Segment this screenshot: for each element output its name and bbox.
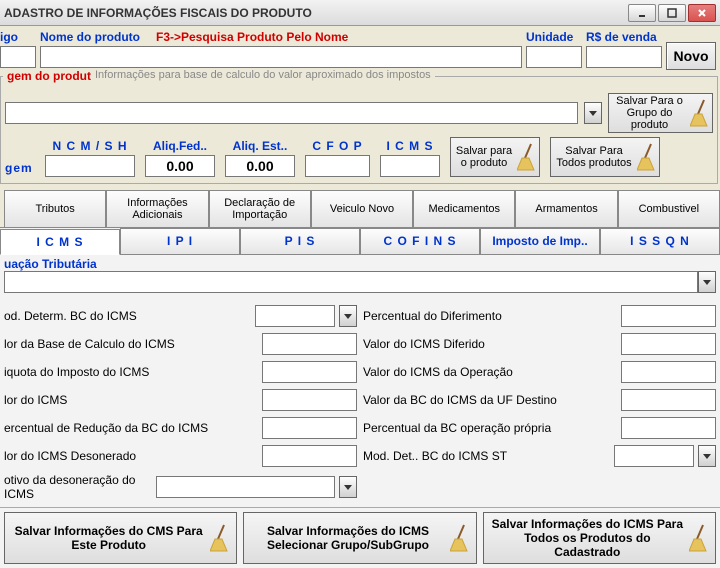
ncmsh-input[interactable]	[45, 155, 135, 177]
perc-bc-op-input[interactable]	[621, 417, 716, 439]
sub-tabs: I C M S I P I P I S C O F I N S Imposto …	[0, 228, 720, 255]
cfop-input[interactable]	[305, 155, 370, 177]
tab-veiculo-novo[interactable]: Veiculo Novo	[311, 190, 413, 227]
window-title: ADASTRO DE INFORMAÇÕES FISCAIS DO PRODUT…	[4, 6, 626, 20]
broom-icon	[450, 523, 470, 553]
valor-op-label: Valor do ICMS da Operação	[363, 365, 617, 379]
broom-icon	[689, 523, 709, 553]
subtab-pis[interactable]: P I S	[240, 228, 360, 254]
aliq-est-label: Aliq. Est..	[233, 139, 288, 153]
salvar-grupo-button[interactable]: Salvar Para o Grupo do produto	[608, 93, 713, 133]
valor-bc-uf-input[interactable]	[621, 389, 716, 411]
valor-op-input[interactable]	[621, 361, 716, 383]
unidade-label: Unidade	[526, 28, 582, 46]
tab-tributos[interactable]: Tributos	[4, 190, 106, 227]
mod-bc-dropdown[interactable]	[339, 305, 357, 327]
origem-dropdown-button[interactable]	[584, 102, 602, 124]
valor-deson-input[interactable]	[262, 445, 357, 467]
mod-det-st-input[interactable]	[614, 445, 694, 467]
valor-dif-label: Valor do ICMS Diferido	[363, 337, 617, 351]
aliquota-label: iquota do Imposto do ICMS	[4, 365, 258, 379]
tab-info-adicionais[interactable]: Informações Adicionais	[106, 190, 208, 227]
subtab-cofins[interactable]: C O F I N S	[360, 228, 480, 254]
unidade-input[interactable]	[526, 46, 582, 68]
codigo-label: igo	[0, 28, 36, 46]
mod-bc-label: od. Determ. BC do ICMS	[4, 309, 251, 323]
codigo-input[interactable]	[0, 46, 36, 68]
maximize-button[interactable]	[658, 4, 686, 22]
motivo-label: otivo da desoneração do ICMS	[4, 473, 152, 501]
aliq-est-input[interactable]	[225, 155, 295, 177]
subtab-issqn[interactable]: I S S Q N	[600, 228, 720, 254]
ncmsh-label: N C M / S H	[52, 139, 127, 153]
impostos-legend: Informações para base de calculo do valo…	[91, 69, 435, 81]
mod-det-st-label: Mod. Det.. BC do ICMS ST	[363, 449, 610, 463]
mod-det-st-dropdown[interactable]	[698, 445, 716, 467]
origem-produto-input[interactable]	[5, 102, 578, 124]
aliq-fed-label: Aliq.Fed..	[153, 139, 207, 153]
broom-icon	[517, 142, 537, 172]
tab-armamentos[interactable]: Armamentos	[515, 190, 617, 227]
aliquota-input[interactable]	[262, 361, 357, 383]
broom-icon	[690, 98, 710, 128]
valor-bc-uf-label: Valor da BC do ICMS da UF Destino	[363, 393, 617, 407]
gem-label: gem	[5, 161, 33, 175]
rs-venda-input[interactable]	[586, 46, 662, 68]
broom-icon	[210, 523, 230, 553]
nome-input[interactable]	[40, 46, 522, 68]
tab-medicamentos[interactable]: Medicamentos	[413, 190, 515, 227]
pesquisa-hint: F3->Pesquisa Produto Pelo Nome	[140, 28, 348, 46]
minimize-button[interactable]	[628, 4, 656, 22]
valor-dif-input[interactable]	[621, 333, 716, 355]
novo-button[interactable]: Novo	[666, 42, 716, 70]
subtab-ipi[interactable]: I P I	[120, 228, 240, 254]
origem-produto-label: gem do produto	[3, 69, 102, 83]
title-bar: ADASTRO DE INFORMAÇÕES FISCAIS DO PRODUT…	[0, 0, 720, 26]
mod-bc-input[interactable]	[255, 305, 335, 327]
subtab-imposto-importacao[interactable]: Imposto de Imp..	[480, 228, 600, 254]
salvar-icms-todos-button[interactable]: Salvar Informações do ICMS Para Todos os…	[483, 512, 716, 564]
broom-icon	[637, 142, 657, 172]
tab-declaracao-importacao[interactable]: Declaração de Importação	[209, 190, 311, 227]
valor-base-input[interactable]	[262, 333, 357, 355]
perc-dif-label: Percentual do Diferimento	[363, 309, 617, 323]
icms-col-label: I C M S	[386, 139, 433, 153]
perc-red-input[interactable]	[262, 417, 357, 439]
salvar-todos-button[interactable]: Salvar Para Todos produtos	[550, 137, 660, 177]
subtab-icms[interactable]: I C M S	[0, 229, 120, 255]
situacao-dropdown-button[interactable]	[698, 271, 716, 293]
motivo-input[interactable]	[156, 476, 335, 498]
top-fields: igo Nome do produto F3->Pesquisa Produto…	[0, 26, 720, 70]
aliq-fed-input[interactable]	[145, 155, 215, 177]
salvar-produto-button[interactable]: Salvar para o produto	[450, 137, 540, 177]
perc-bc-op-label: Percentual da BC operação própria	[363, 421, 617, 435]
valor-icms-label: lor do ICMS	[4, 393, 258, 407]
tab-combustivel[interactable]: Combustivel	[618, 190, 720, 227]
situacao-row: uação Tributária	[0, 255, 720, 297]
salvar-icms-este-produto-button[interactable]: Salvar Informações do CMS Para Este Prod…	[4, 512, 237, 564]
rs-venda-label: R$ de venda	[586, 28, 662, 46]
valor-base-label: lor da Base de Calculo do ICMS	[4, 337, 258, 351]
situacao-label: uação Tributária	[4, 257, 716, 271]
perc-dif-input[interactable]	[621, 305, 716, 327]
icms-col-input[interactable]	[380, 155, 440, 177]
situacao-input[interactable]	[4, 271, 698, 293]
main-tabs: Tributos Informações Adicionais Declaraç…	[0, 190, 720, 228]
salvar-icms-grupo-button[interactable]: Salvar Informações do ICMS Selecionar Gr…	[243, 512, 476, 564]
close-button[interactable]	[688, 4, 716, 22]
nome-label: Nome do produto	[40, 28, 140, 46]
bottom-buttons: Salvar Informações do CMS Para Este Prod…	[0, 507, 720, 568]
valor-icms-input[interactable]	[262, 389, 357, 411]
perc-red-label: ercentual de Redução da BC do ICMS	[4, 421, 258, 435]
valor-deson-label: lor do ICMS Desonerado	[4, 449, 258, 463]
icms-form: od. Determ. BC do ICMS lor da Base de Ca…	[0, 297, 720, 507]
impostos-group: gem do produto Informações para base de …	[0, 76, 718, 184]
cfop-label: C F O P	[312, 139, 362, 153]
motivo-dropdown[interactable]	[339, 476, 357, 498]
